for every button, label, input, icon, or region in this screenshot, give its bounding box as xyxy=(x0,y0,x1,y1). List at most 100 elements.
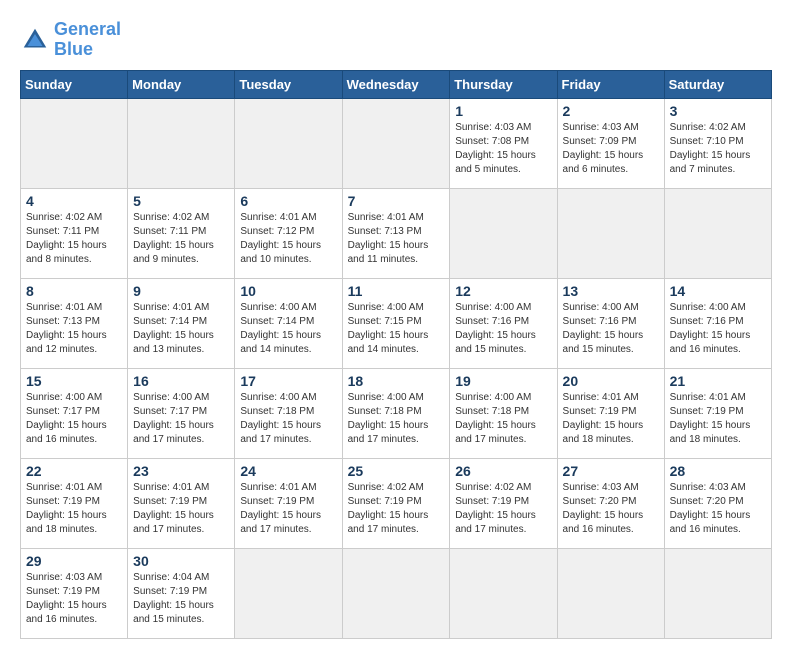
calendar-cell: 6 Sunrise: 4:01 AMSunset: 7:12 PMDaylight… xyxy=(235,188,342,278)
calendar-cell: 18 Sunrise: 4:00 AMSunset: 7:18 PMDayligh… xyxy=(342,368,450,458)
day-number: 30 xyxy=(133,553,229,569)
day-info: Sunrise: 4:01 AMSunset: 7:12 PMDaylight:… xyxy=(240,211,336,267)
day-info: Sunrise: 4:00 AMSunset: 7:17 PMDaylight:… xyxy=(26,391,122,447)
day-number: 23 xyxy=(133,463,229,479)
day-info: Sunrise: 4:03 AMSunset: 7:08 PMDaylight:… xyxy=(455,121,551,177)
calendar-week-5: 29Sunrise: 4:03 AMSunset: 7:19 PMDayligh… xyxy=(21,548,772,638)
calendar-header-friday: Friday xyxy=(557,70,664,98)
calendar-header-tuesday: Tuesday xyxy=(235,70,342,98)
day-number: 9 xyxy=(133,283,229,299)
calendar-cell xyxy=(450,188,557,278)
calendar-week-0: 1 Sunrise: 4:03 AMSunset: 7:08 PMDaylight… xyxy=(21,98,772,188)
calendar-table: SundayMondayTuesdayWednesdayThursdayFrid… xyxy=(20,70,772,639)
calendar-cell xyxy=(342,548,450,638)
logo-icon xyxy=(20,25,50,55)
day-number: 5 xyxy=(133,193,229,209)
logo-text: General Blue xyxy=(54,20,121,60)
calendar-cell: 14Sunrise: 4:00 AMSunset: 7:16 PMDayligh… xyxy=(664,278,771,368)
day-number: 20 xyxy=(563,373,659,389)
calendar-cell xyxy=(450,548,557,638)
day-number: 27 xyxy=(563,463,659,479)
day-number: 2 xyxy=(563,103,659,119)
day-number: 14 xyxy=(670,283,766,299)
day-number: 26 xyxy=(455,463,551,479)
calendar-cell: 27Sunrise: 4:03 AMSunset: 7:20 PMDayligh… xyxy=(557,458,664,548)
calendar-header-sunday: Sunday xyxy=(21,70,128,98)
day-number: 3 xyxy=(670,103,766,119)
calendar-cell: 11 Sunrise: 4:00 AMSunset: 7:15 PMDayligh… xyxy=(342,278,450,368)
day-number: 16 xyxy=(133,373,229,389)
calendar-cell: 22Sunrise: 4:01 AMSunset: 7:19 PMDayligh… xyxy=(21,458,128,548)
calendar-cell xyxy=(128,98,235,188)
calendar-cell: 21 Sunrise: 4:01 AMSunset: 7:19 PMDayligh… xyxy=(664,368,771,458)
day-number: 12 xyxy=(455,283,551,299)
calendar-cell xyxy=(557,188,664,278)
calendar-cell: 17 Sunrise: 4:00 AMSunset: 7:18 PMDayligh… xyxy=(235,368,342,458)
calendar-cell xyxy=(342,98,450,188)
day-info: Sunrise: 4:00 AMSunset: 7:16 PMDaylight:… xyxy=(455,301,551,357)
day-info: Sunrise: 4:02 AMSunset: 7:10 PMDaylight:… xyxy=(670,121,766,177)
logo: General Blue xyxy=(20,20,121,60)
calendar-cell: 16 Sunrise: 4:00 AMSunset: 7:17 PMDayligh… xyxy=(128,368,235,458)
calendar-cell: 4 Sunrise: 4:02 AMSunset: 7:11 PMDaylight… xyxy=(21,188,128,278)
calendar-cell: 30 Sunrise: 4:04 AMSunset: 7:19 PMDayligh… xyxy=(128,548,235,638)
calendar-header-wednesday: Wednesday xyxy=(342,70,450,98)
calendar-cell: 8Sunrise: 4:01 AMSunset: 7:13 PMDaylight… xyxy=(21,278,128,368)
calendar-cell: 26 Sunrise: 4:02 AMSunset: 7:19 PMDayligh… xyxy=(450,458,557,548)
calendar-cell: 29Sunrise: 4:03 AMSunset: 7:19 PMDayligh… xyxy=(21,548,128,638)
day-info: Sunrise: 4:00 AMSunset: 7:18 PMDaylight:… xyxy=(240,391,336,447)
day-number: 28 xyxy=(670,463,766,479)
day-info: Sunrise: 4:01 AMSunset: 7:14 PMDaylight:… xyxy=(133,301,229,357)
calendar-cell: 23Sunrise: 4:01 AMSunset: 7:19 PMDayligh… xyxy=(128,458,235,548)
day-number: 29 xyxy=(26,553,122,569)
day-info: Sunrise: 4:01 AMSunset: 7:19 PMDaylight:… xyxy=(670,391,766,447)
day-number: 18 xyxy=(348,373,445,389)
day-number: 17 xyxy=(240,373,336,389)
day-info: Sunrise: 4:03 AMSunset: 7:09 PMDaylight:… xyxy=(563,121,659,177)
day-number: 24 xyxy=(240,463,336,479)
day-number: 6 xyxy=(240,193,336,209)
day-number: 13 xyxy=(563,283,659,299)
calendar-header-row: SundayMondayTuesdayWednesdayThursdayFrid… xyxy=(21,70,772,98)
calendar-cell: 19 Sunrise: 4:00 AMSunset: 7:18 PMDayligh… xyxy=(450,368,557,458)
day-info: Sunrise: 4:01 AMSunset: 7:19 PMDaylight:… xyxy=(26,481,122,537)
day-number: 4 xyxy=(26,193,122,209)
day-info: Sunrise: 4:02 AMSunset: 7:19 PMDaylight:… xyxy=(455,481,551,537)
calendar-header-monday: Monday xyxy=(128,70,235,98)
day-info: Sunrise: 4:04 AMSunset: 7:19 PMDaylight:… xyxy=(133,571,229,627)
calendar-cell xyxy=(664,548,771,638)
day-number: 25 xyxy=(348,463,445,479)
day-info: Sunrise: 4:02 AMSunset: 7:11 PMDaylight:… xyxy=(26,211,122,267)
calendar-cell: 20Sunrise: 4:01 AMSunset: 7:19 PMDayligh… xyxy=(557,368,664,458)
calendar-week-3: 15Sunrise: 4:00 AMSunset: 7:17 PMDayligh… xyxy=(21,368,772,458)
day-info: Sunrise: 4:01 AMSunset: 7:13 PMDaylight:… xyxy=(348,211,445,267)
day-info: Sunrise: 4:02 AMSunset: 7:11 PMDaylight:… xyxy=(133,211,229,267)
day-number: 7 xyxy=(348,193,445,209)
calendar-cell: 9 Sunrise: 4:01 AMSunset: 7:14 PMDaylight… xyxy=(128,278,235,368)
calendar-cell: 12 Sunrise: 4:00 AMSunset: 7:16 PMDayligh… xyxy=(450,278,557,368)
day-info: Sunrise: 4:01 AMSunset: 7:19 PMDaylight:… xyxy=(240,481,336,537)
day-info: Sunrise: 4:00 AMSunset: 7:14 PMDaylight:… xyxy=(240,301,336,357)
calendar-cell: 10Sunrise: 4:00 AMSunset: 7:14 PMDayligh… xyxy=(235,278,342,368)
calendar-week-2: 8Sunrise: 4:01 AMSunset: 7:13 PMDaylight… xyxy=(21,278,772,368)
calendar-cell xyxy=(21,98,128,188)
page-header: General Blue xyxy=(20,20,772,60)
day-info: Sunrise: 4:00 AMSunset: 7:18 PMDaylight:… xyxy=(348,391,445,447)
calendar-cell: 1 Sunrise: 4:03 AMSunset: 7:08 PMDaylight… xyxy=(450,98,557,188)
day-info: Sunrise: 4:01 AMSunset: 7:13 PMDaylight:… xyxy=(26,301,122,357)
day-info: Sunrise: 4:02 AMSunset: 7:19 PMDaylight:… xyxy=(348,481,445,537)
day-info: Sunrise: 4:00 AMSunset: 7:17 PMDaylight:… xyxy=(133,391,229,447)
calendar-cell xyxy=(557,548,664,638)
day-info: Sunrise: 4:03 AMSunset: 7:20 PMDaylight:… xyxy=(670,481,766,537)
calendar-cell: 13 Sunrise: 4:00 AMSunset: 7:16 PMDayligh… xyxy=(557,278,664,368)
day-info: Sunrise: 4:00 AMSunset: 7:16 PMDaylight:… xyxy=(563,301,659,357)
day-number: 11 xyxy=(348,283,445,299)
day-number: 19 xyxy=(455,373,551,389)
day-info: Sunrise: 4:00 AMSunset: 7:18 PMDaylight:… xyxy=(455,391,551,447)
calendar-cell: 24 Sunrise: 4:01 AMSunset: 7:19 PMDayligh… xyxy=(235,458,342,548)
calendar-cell: 7 Sunrise: 4:01 AMSunset: 7:13 PMDaylight… xyxy=(342,188,450,278)
calendar-cell xyxy=(235,548,342,638)
day-number: 21 xyxy=(670,373,766,389)
day-number: 1 xyxy=(455,103,551,119)
day-info: Sunrise: 4:00 AMSunset: 7:15 PMDaylight:… xyxy=(348,301,445,357)
